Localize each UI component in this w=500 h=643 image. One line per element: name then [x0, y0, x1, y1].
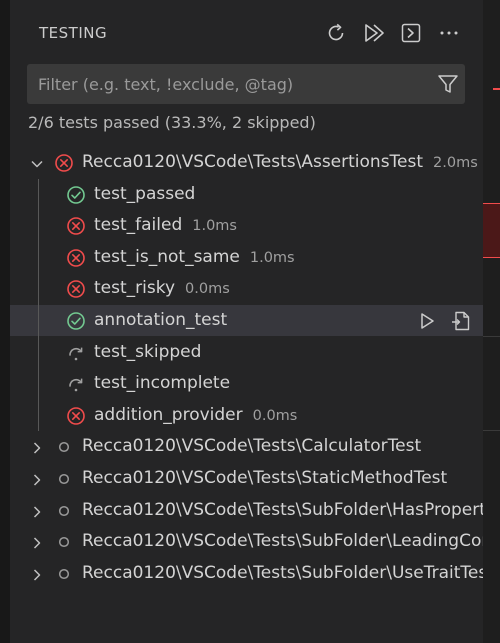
- test-suite-row[interactable]: Recca0120\VSCode\Tests\SubFolder\UseTrai…: [10, 558, 483, 589]
- test-duration: 2.0ms: [433, 155, 478, 171]
- test-name: test_risky: [94, 278, 176, 299]
- test-name: annotation_test: [94, 310, 228, 330]
- failed-status-icon: [66, 248, 86, 268]
- chevron-right-icon[interactable]: [30, 567, 44, 581]
- test-case-row[interactable]: annotation_test: [10, 305, 483, 336]
- test-label: Recca0120\VSCode\Tests\SubFolder\HasProp…: [82, 500, 483, 520]
- test-name: Recca0120\VSCode\Tests\CalculatorTest: [82, 436, 422, 457]
- test-case-row[interactable]: test_risky 0.0ms: [10, 273, 483, 304]
- test-case-row[interactable]: addition_provider 0.0ms: [10, 400, 483, 431]
- test-label: test_risky 0.0ms: [94, 278, 230, 298]
- chevron-right-icon[interactable]: [30, 440, 44, 454]
- run-all-tests-button[interactable]: [361, 20, 387, 46]
- skipped-status-icon: [66, 343, 86, 363]
- test-name: test_passed: [94, 183, 196, 204]
- test-name: test_is_not_same: [94, 246, 240, 267]
- debug-all-tests-button[interactable]: [398, 20, 424, 46]
- activity-bar-edge: [0, 0, 10, 643]
- test-label: test_failed 1.0ms: [94, 215, 237, 235]
- failed-status-icon: [54, 153, 74, 173]
- test-label: Recca0120\VSCode\Tests\CalculatorTest: [82, 436, 421, 456]
- chevron-right-icon[interactable]: [30, 504, 44, 518]
- test-name: test_incomplete: [94, 373, 231, 394]
- go-to-file-icon: [452, 311, 470, 331]
- refresh-icon: [328, 23, 344, 41]
- editor-edge: [483, 0, 500, 643]
- more-actions-button[interactable]: [436, 20, 462, 46]
- more-icon: [440, 31, 458, 35]
- test-duration: 0.0ms: [252, 407, 298, 424]
- unset-status-icon: [54, 501, 74, 521]
- filter-box: [27, 64, 465, 104]
- indent-guide: [38, 178, 39, 432]
- test-suite-row[interactable]: Recca0120\VSCode\Tests\SubFolder\HasProp…: [10, 495, 483, 526]
- test-label: Recca0120\VSCode\Tests\StaticMethodTest: [82, 468, 447, 488]
- test-case-row[interactable]: test_failed 1.0ms: [10, 210, 483, 241]
- test-label: annotation_test: [94, 310, 227, 330]
- unset-status-icon: [54, 469, 74, 489]
- chevron-right-icon[interactable]: [30, 535, 44, 549]
- unset-status-icon: [54, 532, 74, 552]
- run-test-button[interactable]: [415, 309, 439, 333]
- test-label: addition_provider 0.0ms: [94, 405, 297, 425]
- test-suite-row[interactable]: Recca0120\VSCode\Tests\CalculatorTest: [10, 431, 483, 462]
- test-name: Recca0120\VSCode\Tests\StaticMethodTest: [82, 468, 448, 488]
- test-name: Recca0120\VSCode\Tests\SubFolder\Leading…: [82, 531, 483, 552]
- go-to-test-button[interactable]: [449, 309, 473, 333]
- test-name: addition_provider: [94, 404, 243, 425]
- test-label: test_is_not_same 1.0ms: [94, 247, 295, 267]
- chevron-down-icon[interactable]: [30, 156, 44, 170]
- test-case-row[interactable]: test_incomplete: [10, 368, 483, 399]
- failed-status-icon: [66, 216, 86, 236]
- test-suite-row[interactable]: Recca0120\VSCode\Tests\AssertionsTest 2.0…: [10, 147, 483, 178]
- chevron-right-icon[interactable]: [30, 472, 44, 486]
- filter-input[interactable]: [27, 64, 417, 104]
- panel-title: TESTING: [39, 24, 108, 42]
- editor-divider: [483, 336, 500, 337]
- test-label: Recca0120\VSCode\Tests\AssertionsTest 2.0…: [82, 152, 478, 172]
- testing-panel: TESTING Filter (e.g. text, !exclude, @ta…: [10, 0, 483, 643]
- skipped-status-icon: [66, 374, 86, 394]
- test-name: Recca0120\VSCode\Tests\SubFolder\UseTrai…: [82, 562, 483, 583]
- unset-status-icon: [54, 437, 74, 457]
- funnel-icon: [438, 75, 458, 93]
- run-test-icon: [421, 313, 434, 329]
- debug-icon: [401, 23, 421, 43]
- test-suite-row[interactable]: Recca0120\VSCode\Tests\SubFolder\Leading…: [10, 526, 483, 557]
- test-case-row[interactable]: test_passed: [10, 179, 483, 210]
- test-label: test_incomplete: [94, 373, 230, 393]
- failed-status-icon: [66, 406, 86, 426]
- refresh-button[interactable]: [323, 20, 349, 46]
- test-label: Recca0120\VSCode\Tests\SubFolder\Leading…: [82, 531, 483, 551]
- run-all-icon: [365, 24, 384, 42]
- test-label: test_skipped: [94, 342, 201, 362]
- test-duration: 1.0ms: [249, 249, 295, 266]
- test-name: test_skipped: [94, 341, 202, 362]
- test-name: Recca0120\VSCode\Tests\SubFolder\HasProp…: [82, 499, 483, 520]
- test-suite-row[interactable]: Recca0120\VSCode\Tests\StaticMethodTest: [10, 463, 483, 494]
- test-name: Recca0120\VSCode\Tests\AssertionsTest: [82, 152, 424, 172]
- test-duration: 1.0ms: [192, 218, 237, 235]
- test-case-row[interactable]: test_is_not_same 1.0ms: [10, 242, 483, 273]
- test-name: test_failed: [94, 215, 183, 236]
- test-summary: 2/6 tests passed (33.3%, 2 skipped): [28, 113, 316, 132]
- editor-divider: [483, 430, 500, 431]
- filter-toggle-button[interactable]: [437, 73, 459, 95]
- passed-status-icon: [66, 185, 86, 205]
- panel-header: TESTING: [10, 0, 483, 64]
- passed-status-icon: [66, 311, 86, 331]
- row-actions: [415, 309, 473, 333]
- error-marker: [493, 88, 500, 90]
- test-label: test_passed: [94, 184, 195, 204]
- unset-status-icon: [54, 564, 74, 584]
- error-highlight: [483, 203, 500, 258]
- test-duration: 0.0ms: [185, 281, 230, 298]
- test-case-row[interactable]: test_skipped: [10, 337, 483, 368]
- test-label: Recca0120\VSCode\Tests\SubFolder\UseTrai…: [82, 563, 483, 583]
- failed-status-icon: [66, 279, 86, 299]
